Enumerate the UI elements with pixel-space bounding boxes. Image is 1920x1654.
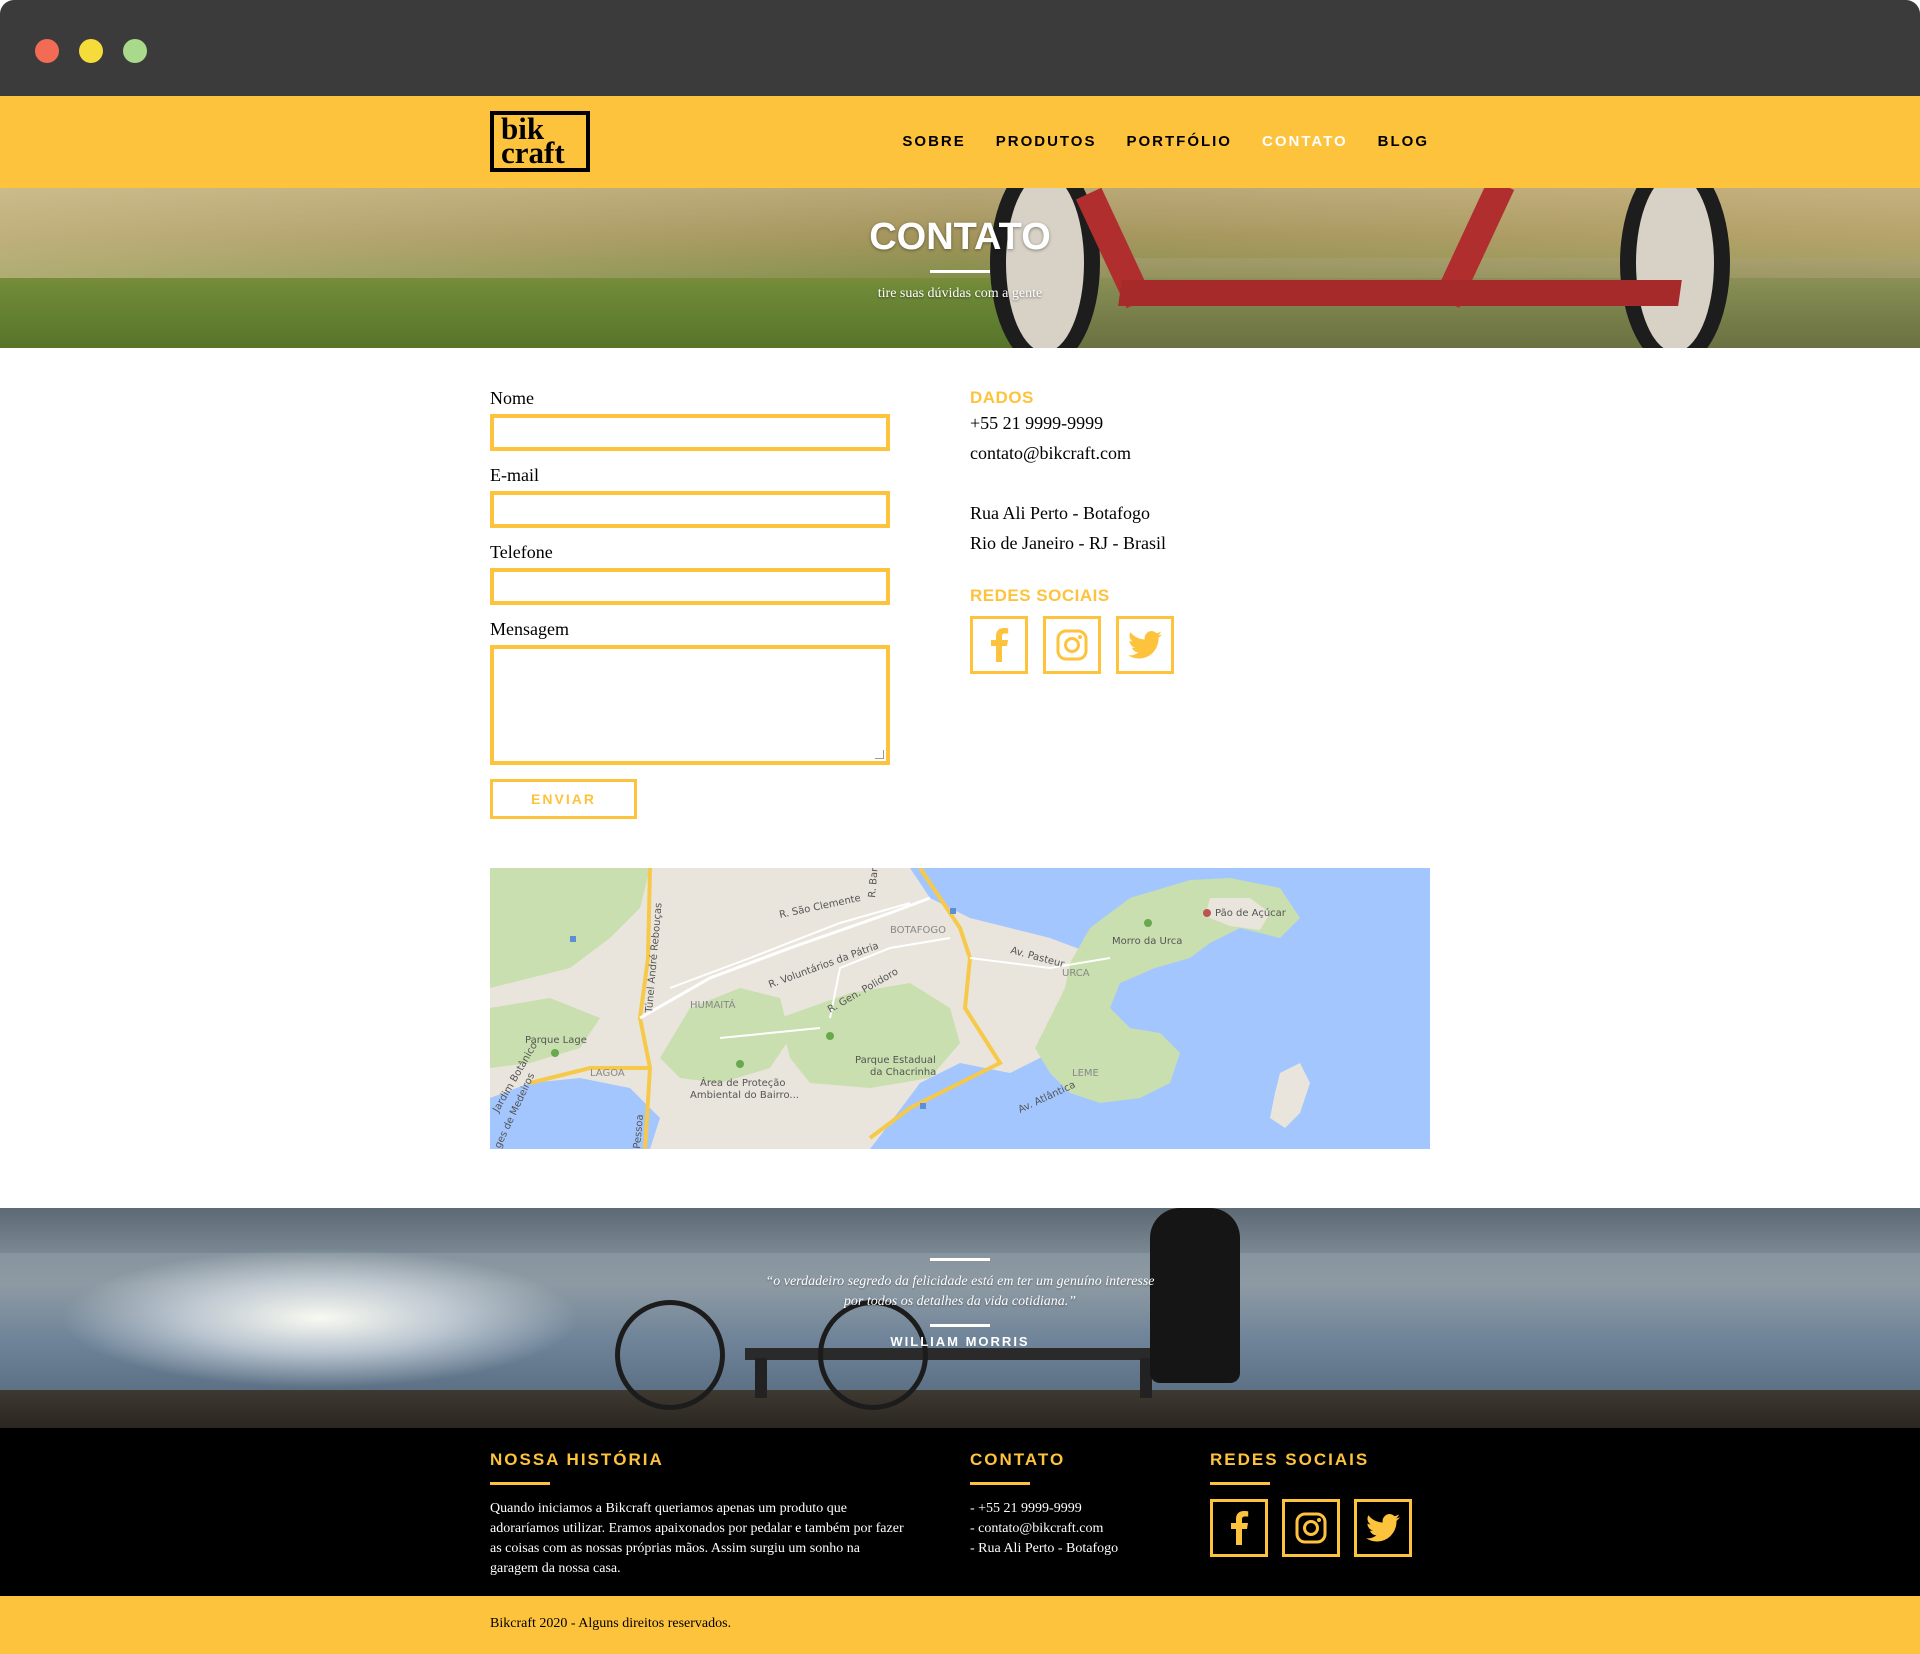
footer-social-links (1210, 1499, 1440, 1557)
social-links (970, 616, 1430, 674)
browser-titlebar (0, 0, 1920, 96)
footer-contact: CONTATO - +55 21 9999-9999 - contato@bik… (970, 1450, 1170, 1559)
map-label-protecao-2: Ambiental do Bairro... (690, 1090, 799, 1101)
footer-instagram-link[interactable] (1282, 1499, 1340, 1557)
contact-form: Nome E-mail Telefone Mensagem ENVIAR (490, 388, 890, 819)
address-line-1: Rua Ali Perto - Botafogo (970, 503, 1150, 523)
dados-title: DADOS (970, 388, 1034, 407)
footer-history-title: NOSSA HISTÓRIA (490, 1450, 664, 1469)
twitter-icon (1128, 631, 1162, 659)
tricycle-wheel-right (1620, 188, 1730, 348)
quote-author: WILLIAM MORRIS (890, 1334, 1030, 1349)
quote-line-bottom (930, 1324, 990, 1327)
submit-button[interactable]: ENVIAR (490, 779, 637, 819)
quote-bg-ground (0, 1390, 1920, 1428)
map-label-chacrinha-1: Parque Estadual (855, 1055, 936, 1066)
message-field[interactable] (490, 645, 890, 765)
email-label: E-mail (490, 465, 539, 485)
map-label-leme: LEME (1072, 1068, 1099, 1079)
footer-contact-title: CONTATO (970, 1450, 1066, 1469)
instagram-icon (1295, 1512, 1327, 1544)
window-maximize-button[interactable] (123, 39, 147, 63)
logo-line-2: craft (501, 135, 565, 170)
map-label-lagoa: LAGOA (590, 1068, 625, 1079)
footer-history: NOSSA HISTÓRIA Quando iniciamos a Bikcra… (490, 1450, 910, 1579)
nav-contato[interactable]: CONTATO (1262, 133, 1348, 150)
facebook-icon (991, 628, 1009, 662)
footer-social-title: REDES SOCIAIS (1210, 1450, 1370, 1469)
footer-twitter-link[interactable] (1354, 1499, 1412, 1557)
location-map[interactable]: R. São Clemente R. Voluntários da Pátria… (490, 868, 1430, 1149)
hero-banner: CONTATO tire suas dúvidas com a gente (0, 188, 1920, 348)
facebook-icon (1231, 1511, 1249, 1545)
phone-label: Telefone (490, 542, 553, 562)
site-header: bik craft SOBRE PRODUTOS PORTFÓLIO CONTA… (0, 96, 1920, 188)
copyright-text: Bikcraft 2020 - Alguns direitos reservad… (490, 1616, 732, 1631)
walking-person (1150, 1208, 1240, 1383)
nav-portfolio[interactable]: PORTFÓLIO (1126, 133, 1232, 150)
bicycle-wheel-front (818, 1300, 928, 1410)
footer-contact-address: - Rua Ali Perto - Botafogo (970, 1541, 1119, 1556)
nav-blog[interactable]: BLOG (1378, 133, 1429, 150)
map-label-humaita: HUMAITÁ (690, 998, 736, 1011)
map-graphic: R. São Clemente R. Voluntários da Pátria… (490, 868, 1430, 1149)
name-field[interactable] (490, 414, 890, 451)
footer-facebook-link[interactable] (1210, 1499, 1268, 1557)
facebook-link[interactable] (970, 616, 1028, 674)
quote-bg-sunlight (60, 1248, 580, 1388)
contact-email: contato@bikcraft.com (970, 443, 1132, 463)
twitter-icon (1366, 1514, 1400, 1542)
address-line-2: Rio de Janeiro - RJ - Brasil (970, 533, 1166, 553)
footer-history-text: Quando iniciamos a Bikcraft queriamos ap… (490, 1501, 904, 1576)
quote-bg-hills (0, 1208, 1920, 1253)
twitter-link[interactable] (1116, 616, 1174, 674)
footer-contact-phone: - +55 21 9999-9999 (970, 1501, 1082, 1516)
footer-social: REDES SOCIAIS (1210, 1450, 1440, 1557)
bench (745, 1348, 1165, 1360)
email-field[interactable] (490, 491, 890, 528)
map-label-pao-acucar: Pão de Açúcar (1215, 907, 1287, 919)
name-label: Nome (490, 388, 534, 408)
quote-section: “o verdadeiro segredo da felicidade está… (0, 1208, 1920, 1428)
page: bik craft SOBRE PRODUTOS PORTFÓLIO CONTA… (0, 96, 1920, 1654)
map-label-morro-urca: Morro da Urca (1112, 936, 1182, 947)
quote-text: “o verdadeiro segredo da felicidade está… (765, 1274, 1155, 1309)
map-label-chacrinha-2: da Chacrinha (870, 1067, 936, 1078)
site-footer: NOSSA HISTÓRIA Quando iniciamos a Bikcra… (0, 1428, 1920, 1596)
map-label-urca: URCA (1062, 968, 1090, 979)
nav-sobre[interactable]: SOBRE (902, 133, 965, 150)
copyright-bar: Bikcraft 2020 - Alguns direitos reservad… (0, 1596, 1920, 1654)
contact-info: DADOS +55 21 9999-9999 contato@bikcraft.… (970, 388, 1430, 674)
instagram-link[interactable] (1043, 616, 1101, 674)
map-label-protecao-1: Área de Proteção (700, 1076, 786, 1089)
bikcraft-logo[interactable]: bik craft (490, 111, 590, 172)
quote-line-top (930, 1258, 990, 1261)
phone-field[interactable] (490, 568, 890, 605)
window-minimize-button[interactable] (79, 39, 103, 63)
nav-produtos[interactable]: PRODUTOS (996, 133, 1097, 150)
bicycle-wheel-rear (615, 1300, 725, 1410)
message-label: Mensagem (490, 619, 569, 639)
page-subtitle: tire suas dúvidas com a gente (877, 286, 1043, 301)
footer-contact-email: - contato@bikcraft.com (970, 1521, 1104, 1536)
instagram-icon (1056, 629, 1088, 661)
window-close-button[interactable] (35, 39, 59, 63)
title-underline (930, 270, 990, 273)
main-nav: SOBRE PRODUTOS PORTFÓLIO CONTATO BLOG (902, 133, 1429, 150)
page-title: CONTATO (869, 216, 1051, 258)
contact-phone: +55 21 9999-9999 (970, 413, 1104, 433)
social-title: REDES SOCIAIS (970, 586, 1110, 605)
map-label-botafogo: BOTAFOGO (890, 925, 946, 936)
